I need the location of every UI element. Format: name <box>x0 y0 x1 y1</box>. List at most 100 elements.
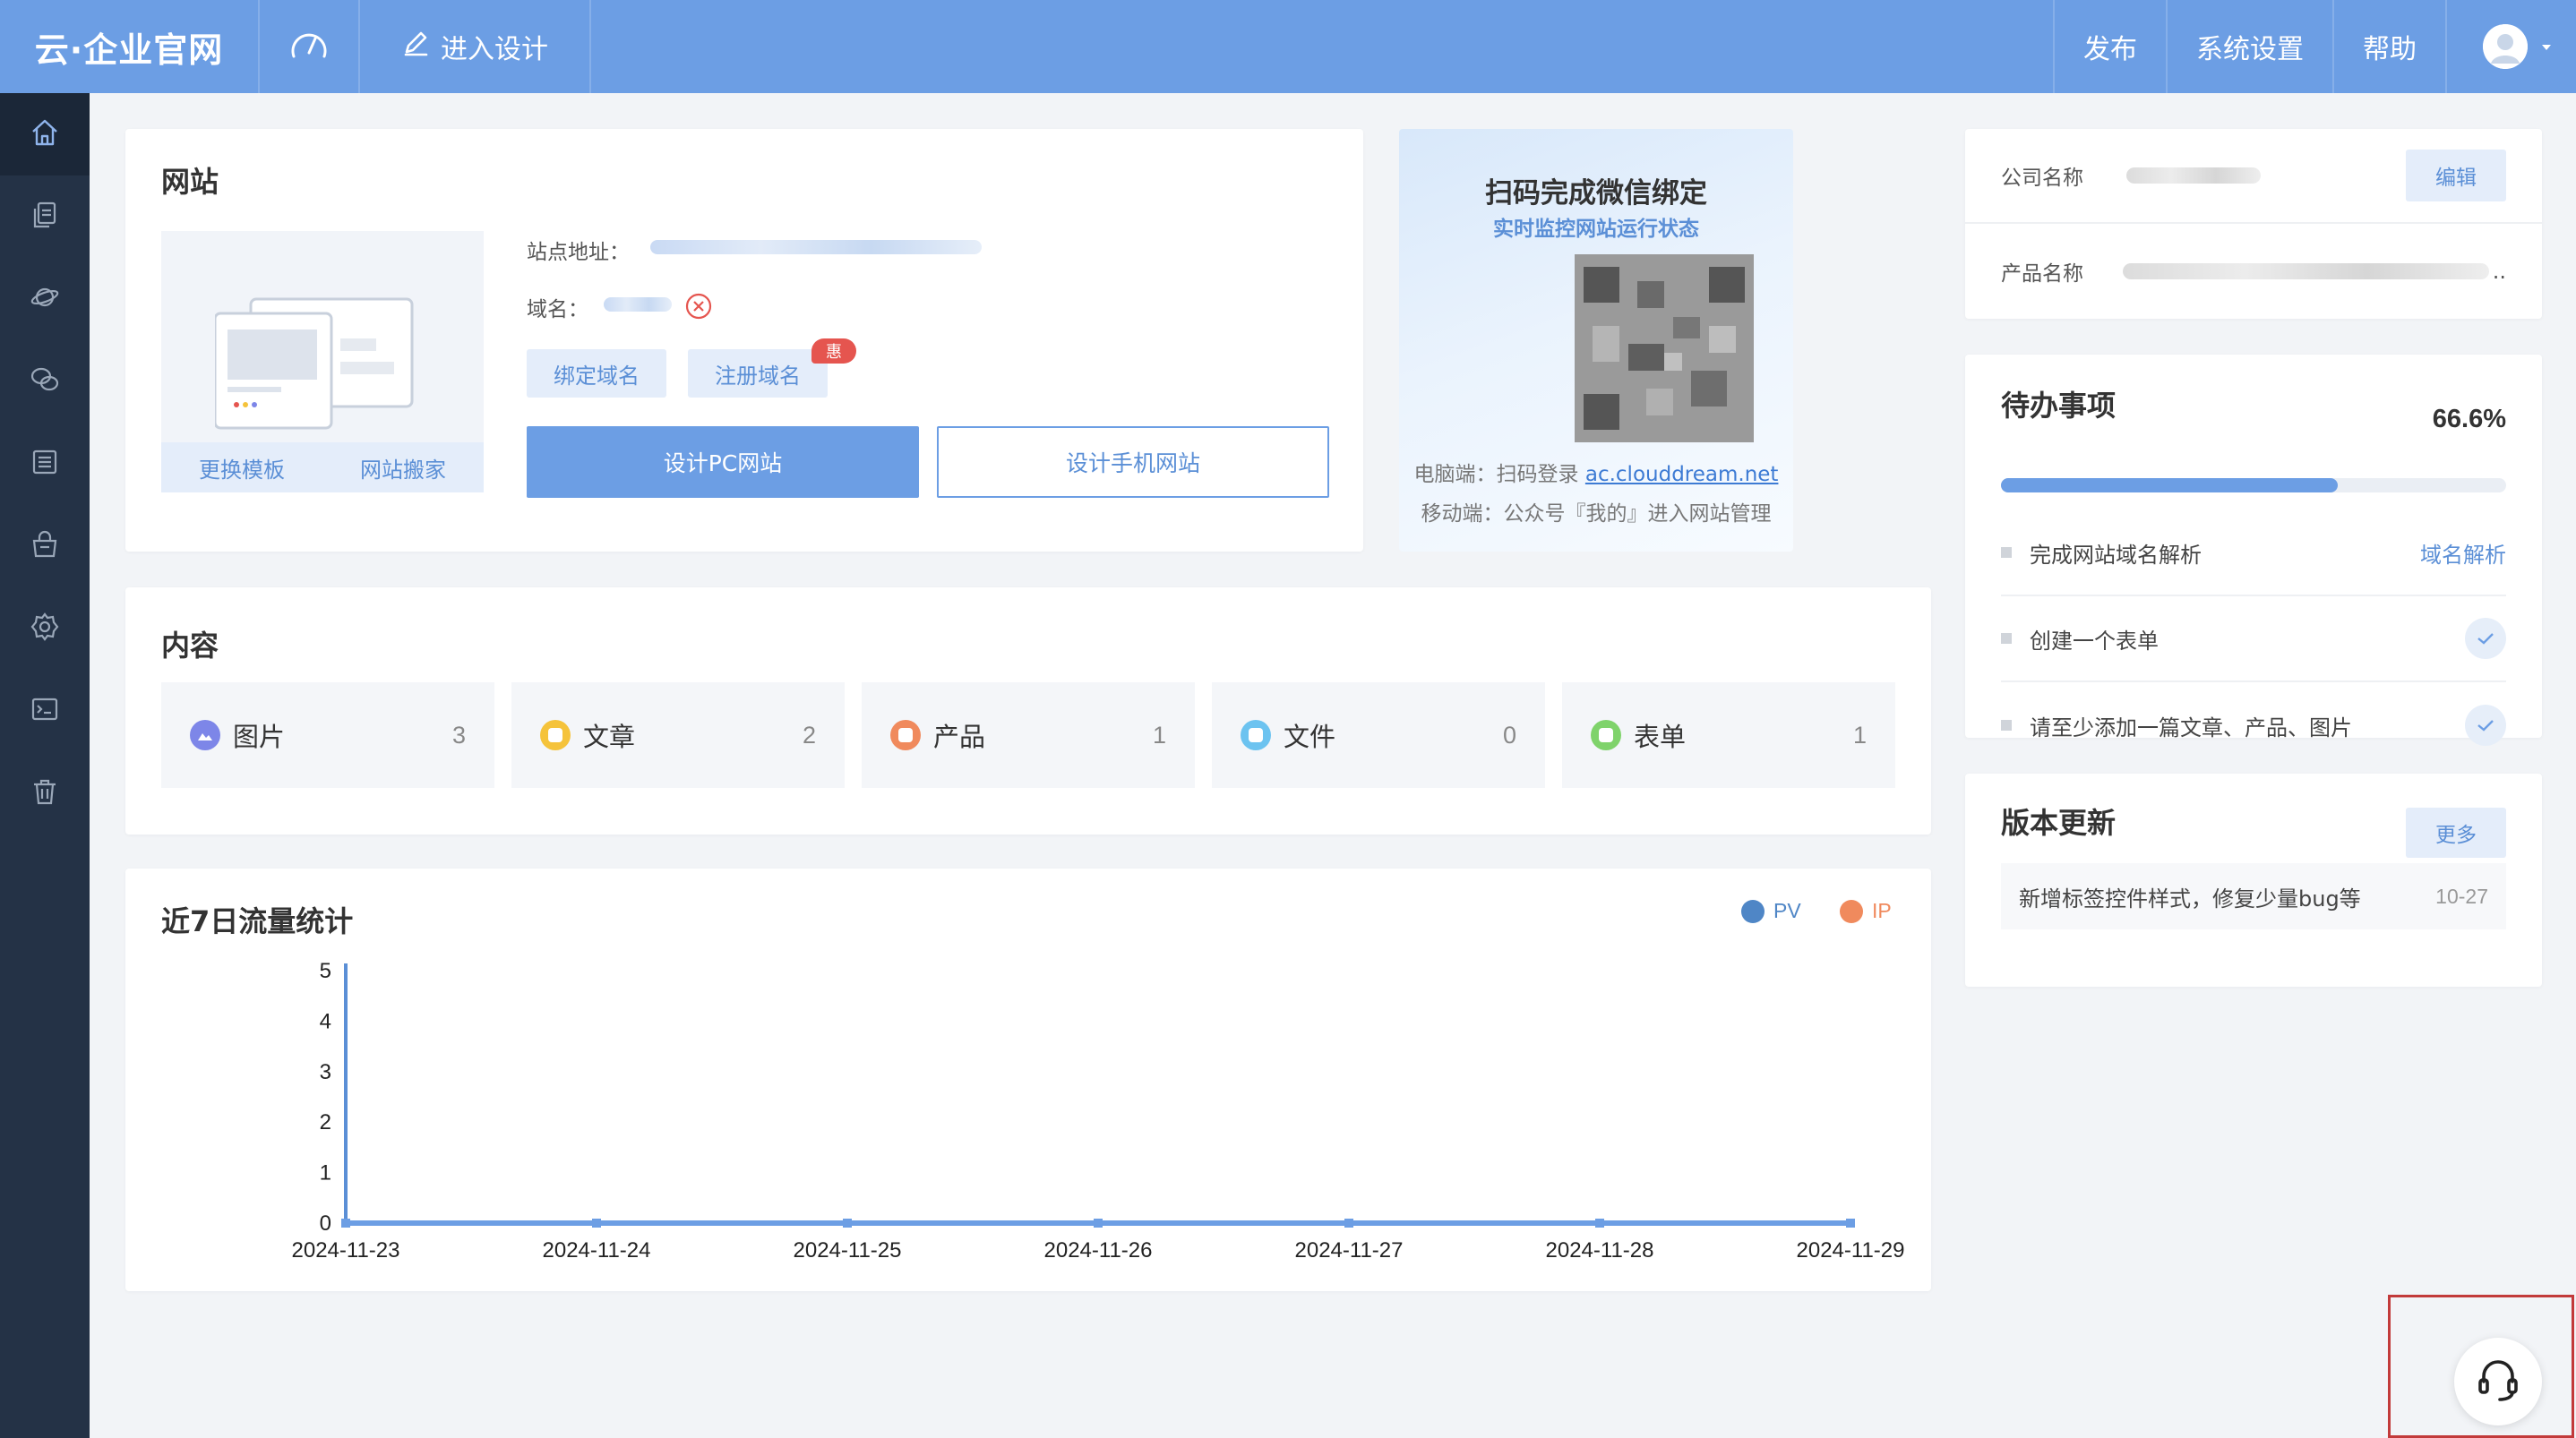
version-title: 版本更新 <box>2001 806 2117 840</box>
x-tick-label: 2024-11-24 <box>543 1238 651 1263</box>
check-icon <box>2465 705 2506 746</box>
caret-down-icon <box>2540 39 2553 56</box>
stat-products[interactable]: 产品 1 <box>862 682 1195 788</box>
bullet-icon <box>2001 633 2012 644</box>
todo-card: 待办事项 66.6% 完成网站域名解析 域名解析 创建一个表单 请至少添加一篇文… <box>1965 355 2542 746</box>
user-menu[interactable] <box>2447 0 2576 93</box>
data-point-pv <box>843 1219 852 1228</box>
x-tick-label: 2024-11-27 <box>1295 1238 1404 1263</box>
stat-count: 3 <box>451 721 466 749</box>
sidebar-item-terminal[interactable] <box>0 670 90 752</box>
x-tick-label: 2024-11-25 <box>794 1238 902 1263</box>
help-button[interactable]: 帮助 <box>2334 0 2445 93</box>
data-point-pv <box>1595 1219 1604 1228</box>
todo-percent: 66.6% <box>2432 405 2506 433</box>
data-point-pv <box>1094 1219 1103 1228</box>
stat-label: 表单 <box>1634 722 1687 752</box>
more-button[interactable]: 更多 <box>2406 808 2506 858</box>
product-name-label: 产品名称 <box>2001 262 2083 286</box>
login-url-link[interactable]: ac.clouddream.net <box>1585 463 1779 486</box>
avatar <box>2483 24 2528 69</box>
enter-design-button[interactable]: 进入设计 <box>360 0 589 93</box>
todo-text: 完成网站域名解析 <box>2030 542 2202 568</box>
x-tick-label: 2024-11-29 <box>1797 1238 1905 1263</box>
sidebar-item-settings[interactable] <box>0 587 90 670</box>
system-settings-button[interactable]: 系统设置 <box>2168 0 2332 93</box>
todo-item: 请至少添加一篇文章、产品、图片 <box>2001 682 2506 768</box>
bind-domain-button[interactable]: 绑定域名 <box>527 349 666 398</box>
update-item[interactable]: 新增标签控件样式，修复少量bug等 10-27 <box>2001 863 2506 929</box>
domain-label: 域名： <box>527 298 588 321</box>
company-name-value <box>2126 167 2261 184</box>
sidebar-item-home[interactable] <box>0 93 90 175</box>
company-name-row: 公司名称 编辑 <box>1965 129 2542 224</box>
y-tick-label: 3 <box>320 1060 331 1084</box>
update-text: 新增标签控件样式，修复少量bug等 <box>2019 886 2361 912</box>
list-icon <box>30 447 60 481</box>
image-icon <box>190 720 220 750</box>
x-tick-label: 2024-11-28 <box>1546 1238 1654 1263</box>
stat-label: 文章 <box>583 722 636 752</box>
promo-badge: 惠 <box>811 338 856 364</box>
site-migrate-link[interactable]: 网站搬家 <box>322 442 484 492</box>
sidebar <box>0 93 90 1438</box>
sidebar-item-planet[interactable] <box>0 258 90 340</box>
wechat-bind-subtitle: 实时监控网站运行状态 <box>1493 218 1699 241</box>
todo-text: 创建一个表单 <box>2030 628 2159 654</box>
website-card: 网站 更换模板 网站搬家 站点地址： 域名： 绑定域名 注册域名 惠 设计PC网… <box>125 129 1363 552</box>
product-box-icon <box>890 720 921 750</box>
design-mobile-site-button[interactable]: 设计手机网站 <box>937 426 1329 498</box>
register-domain-button[interactable]: 注册域名 <box>688 349 828 398</box>
wechat-bind-title: 扫码完成微信绑定 <box>1485 177 1707 210</box>
product-name-ellipsis: .. <box>2492 259 2506 284</box>
todo-item: 完成网站域名解析 域名解析 <box>2001 510 2506 596</box>
sidebar-item-wechat[interactable] <box>0 340 90 423</box>
data-point-pv <box>1846 1219 1855 1228</box>
app-logo[interactable]: 云·企业官网 <box>0 0 258 93</box>
enter-design-label: 进入设计 <box>441 34 548 65</box>
publish-button[interactable]: 发布 <box>2055 0 2166 93</box>
company-name-label: 公司名称 <box>2001 167 2083 190</box>
stat-label: 文件 <box>1284 722 1336 752</box>
shopping-bag-icon <box>30 529 60 563</box>
sidebar-item-list[interactable] <box>0 423 90 505</box>
sidebar-item-pages[interactable] <box>0 175 90 258</box>
terminal-icon <box>30 694 60 728</box>
stat-files[interactable]: 文件 0 <box>1212 682 1545 788</box>
wechat-mobile-hint: 移动端：公众号『我的』进入网站管理 <box>1421 502 1772 526</box>
pages-icon <box>30 200 60 234</box>
domain-resolve-link[interactable]: 域名解析 <box>2420 537 2506 569</box>
edit-button[interactable]: 编辑 <box>2406 150 2506 201</box>
version-update-card: 版本更新 更多 新增标签控件样式，修复少量bug等 10-27 <box>1965 774 2542 987</box>
change-template-link[interactable]: 更换模板 <box>161 442 322 492</box>
sidebar-item-shop[interactable] <box>0 505 90 587</box>
chat-icon <box>30 364 60 398</box>
file-icon <box>1241 720 1271 750</box>
stat-images[interactable]: 图片 3 <box>161 682 494 788</box>
data-point-pv <box>592 1219 601 1228</box>
todo-progress-bar <box>2001 478 2506 492</box>
site-address-value[interactable] <box>650 240 982 254</box>
customer-service-button[interactable] <box>2454 1338 2542 1425</box>
divider <box>589 0 591 93</box>
headset-icon <box>2473 1355 2523 1408</box>
design-pc-site-button[interactable]: 设计PC网站 <box>527 426 919 498</box>
article-icon <box>540 720 571 750</box>
update-date: 10-27 <box>2435 884 2488 908</box>
todo-progress-fill <box>2001 478 2338 492</box>
stat-count: 0 <box>1502 721 1516 749</box>
x-tick-label: 2024-11-23 <box>292 1238 400 1263</box>
trash-icon <box>30 776 60 810</box>
data-point-pv <box>341 1219 350 1228</box>
wechat-pc-prefix: 电脑端：扫码登录 <box>1413 463 1585 486</box>
todo-item: 创建一个表单 <box>2001 596 2506 682</box>
site-address-label: 站点地址： <box>527 241 630 264</box>
sidebar-item-trash[interactable] <box>0 752 90 835</box>
stat-forms[interactable]: 表单 1 <box>1562 682 1895 788</box>
data-point-pv <box>1344 1219 1353 1228</box>
todo-title: 待办事项 <box>2001 389 2117 423</box>
dashboard-button[interactable] <box>260 0 358 93</box>
stat-articles[interactable]: 文章 2 <box>511 682 845 788</box>
stat-count: 1 <box>1852 721 1867 749</box>
y-tick-label: 4 <box>320 1009 331 1033</box>
